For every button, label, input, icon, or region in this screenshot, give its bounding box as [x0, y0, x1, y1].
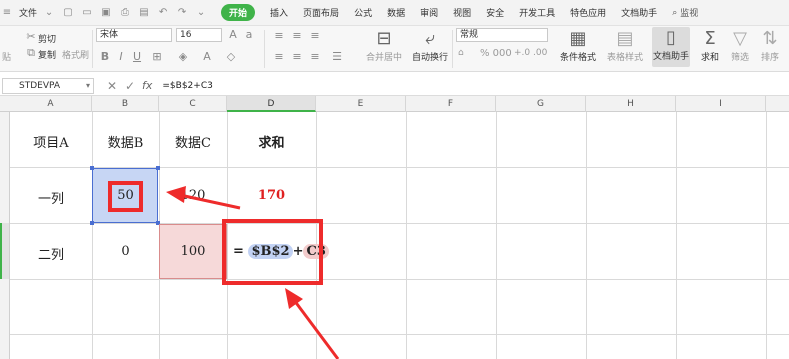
- arrow-to-d3: [285, 288, 340, 359]
- arrow-to-b2: [166, 186, 241, 210]
- annotation-arrows: [166, 186, 340, 359]
